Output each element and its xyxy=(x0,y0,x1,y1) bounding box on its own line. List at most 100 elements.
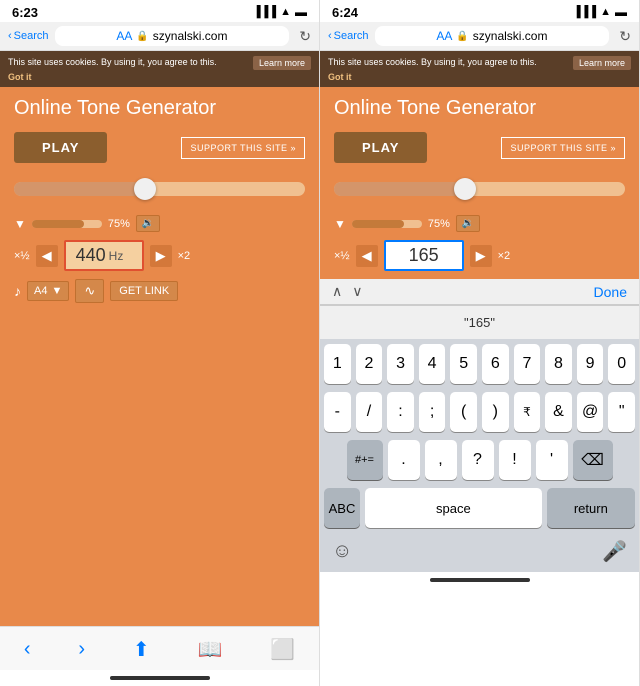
status-bar-right: 6:24 ▐▐▐ ▲ ▬ xyxy=(320,0,639,22)
play-button-right[interactable]: PLAY xyxy=(334,132,427,163)
key-0[interactable]: 0 xyxy=(608,344,635,384)
key-rupee[interactable]: ₹ xyxy=(514,392,541,432)
freq-display-left[interactable]: 440 Hz xyxy=(64,240,144,271)
back-button-right[interactable]: ‹ Search xyxy=(328,30,369,42)
buttons-row-right: PLAY SUPPORT THIS SITE » xyxy=(334,132,625,163)
nav-back-left[interactable]: ‹ xyxy=(24,638,31,661)
keyboard-area: 1 2 3 4 5 6 7 8 9 0 - / : ; ( ) ₹ & @ " … xyxy=(320,339,639,572)
key-comma[interactable]: , xyxy=(425,440,457,480)
signal-icon-right: ▐▐▐ xyxy=(573,6,596,18)
key-return[interactable]: return xyxy=(547,488,635,528)
note-icon-left: ♪ xyxy=(14,283,21,299)
key-colon[interactable]: : xyxy=(387,392,414,432)
key-quote[interactable]: " xyxy=(608,392,635,432)
volume-pct-right: 75% xyxy=(428,218,450,230)
arrow-up-icon[interactable]: ∧ xyxy=(332,283,342,300)
key-abc[interactable]: ABC xyxy=(324,488,360,528)
key-4[interactable]: 4 xyxy=(419,344,446,384)
keyboard-row-1: 1 2 3 4 5 6 7 8 9 0 xyxy=(320,339,639,387)
home-indicator-right xyxy=(320,572,639,588)
speaker-icon-right[interactable]: 🔉 xyxy=(456,215,480,232)
key-close-paren[interactable]: ) xyxy=(482,392,509,432)
delete-key[interactable]: ⌫ xyxy=(573,440,613,480)
got-it-right[interactable]: Got it xyxy=(328,72,352,82)
key-exclaim[interactable]: ! xyxy=(499,440,531,480)
volume-row-left: ▼ 75% 🔉 xyxy=(14,215,305,232)
support-button-right[interactable]: SUPPORT THIS SITE » xyxy=(501,137,625,159)
reload-button-left[interactable]: ↻ xyxy=(299,28,311,45)
url-text-left: szynalski.com xyxy=(153,29,228,43)
key-open-paren[interactable]: ( xyxy=(450,392,477,432)
key-6[interactable]: 6 xyxy=(482,344,509,384)
learn-more-button-left[interactable]: Learn more xyxy=(253,56,311,70)
key-1[interactable]: 1 xyxy=(324,344,351,384)
freq-value-left: 440 xyxy=(76,245,106,266)
keyboard-suggestions: "165" xyxy=(320,305,639,339)
learn-more-button-right[interactable]: Learn more xyxy=(573,56,631,70)
key-at[interactable]: @ xyxy=(577,392,604,432)
freq-up-button-left[interactable]: ▶ xyxy=(150,245,172,267)
slider-thumb-left[interactable] xyxy=(134,178,156,200)
key-9[interactable]: 9 xyxy=(577,344,604,384)
aa-label-left[interactable]: AA xyxy=(116,29,132,43)
got-it-left[interactable]: Got it xyxy=(8,72,32,82)
browser-bar-right: ‹ Search AA 🔒 szynalski.com ↻ xyxy=(320,22,639,51)
key-ampersand[interactable]: & xyxy=(545,392,572,432)
wave-button-left[interactable]: ∿ xyxy=(75,279,104,303)
arrow-down-icon[interactable]: ∨ xyxy=(352,283,362,300)
freq-slider-right[interactable] xyxy=(334,175,625,203)
speaker-icon-left[interactable]: 🔉 xyxy=(136,215,160,232)
key-period[interactable]: . xyxy=(388,440,420,480)
key-3[interactable]: 3 xyxy=(387,344,414,384)
get-link-button-left[interactable]: GET LINK xyxy=(110,281,178,301)
freq-half-right: ×½ xyxy=(334,250,350,262)
freq-double-right: ×2 xyxy=(498,250,511,262)
key-space[interactable]: space xyxy=(365,488,542,528)
key-7[interactable]: 7 xyxy=(514,344,541,384)
freq-slider-left[interactable] xyxy=(14,175,305,203)
keyboard-row-2: - / : ; ( ) ₹ & @ " xyxy=(320,387,639,435)
volume-slider-right[interactable] xyxy=(352,220,422,228)
keyboard-row-3: #+= . , ? ! ' ⌫ xyxy=(320,435,639,483)
freq-down-button-left[interactable]: ◀ xyxy=(36,245,58,267)
keyboard-row-4: ABC space return xyxy=(320,483,639,531)
nav-bookmarks-left[interactable]: 📖 xyxy=(197,637,222,662)
done-button[interactable]: Done xyxy=(594,284,627,300)
freq-display-right[interactable]: 165 xyxy=(384,240,464,271)
key-8[interactable]: 8 xyxy=(545,344,572,384)
key-slash[interactable]: / xyxy=(356,392,383,432)
mic-key[interactable]: 🎤 xyxy=(598,535,631,568)
freq-row-left: ×½ ◀ 440 Hz ▶ ×2 xyxy=(14,240,305,271)
key-dash[interactable]: - xyxy=(324,392,351,432)
url-bar-right[interactable]: AA 🔒 szynalski.com xyxy=(375,26,610,46)
nav-share-left[interactable]: ⬆ xyxy=(133,637,150,662)
key-2[interactable]: 2 xyxy=(356,344,383,384)
support-button-left[interactable]: SUPPORT THIS SITE » xyxy=(181,137,305,159)
key-semicolon[interactable]: ; xyxy=(419,392,446,432)
main-content-left: Online Tone Generator PLAY SUPPORT THIS … xyxy=(0,87,319,626)
note-row-left: ♪ A4 ▼ ∿ GET LINK xyxy=(14,279,305,303)
freq-down-button-right[interactable]: ◀ xyxy=(356,245,378,267)
key-5[interactable]: 5 xyxy=(450,344,477,384)
note-select-left[interactable]: A4 ▼ xyxy=(27,281,69,301)
nav-tabs-left[interactable]: ⬜ xyxy=(270,637,295,662)
key-question[interactable]: ? xyxy=(462,440,494,480)
play-button-left[interactable]: PLAY xyxy=(14,132,107,163)
time-right: 6:24 xyxy=(332,5,358,20)
back-button-left[interactable]: ‹ Search xyxy=(8,30,49,42)
slider-thumb-right[interactable] xyxy=(454,178,476,200)
key-hashplus[interactable]: #+= xyxy=(347,440,383,480)
suggestion-word[interactable]: "165" xyxy=(332,312,627,333)
reload-button-right[interactable]: ↻ xyxy=(619,28,631,45)
emoji-key[interactable]: ☺ xyxy=(328,536,356,567)
nav-forward-left[interactable]: › xyxy=(78,638,85,661)
url-text-right: szynalski.com xyxy=(473,29,548,43)
key-apostrophe[interactable]: ' xyxy=(536,440,568,480)
freq-up-button-right[interactable]: ▶ xyxy=(470,245,492,267)
cookie-banner-right: This site uses cookies. By using it, you… xyxy=(320,51,639,87)
url-bar-left[interactable]: AA 🔒 szynalski.com xyxy=(55,26,290,46)
battery-icon-right: ▬ xyxy=(615,5,627,19)
aa-label-right[interactable]: AA xyxy=(436,29,452,43)
home-bar-left xyxy=(110,676,210,680)
volume-slider-left[interactable] xyxy=(32,220,102,228)
